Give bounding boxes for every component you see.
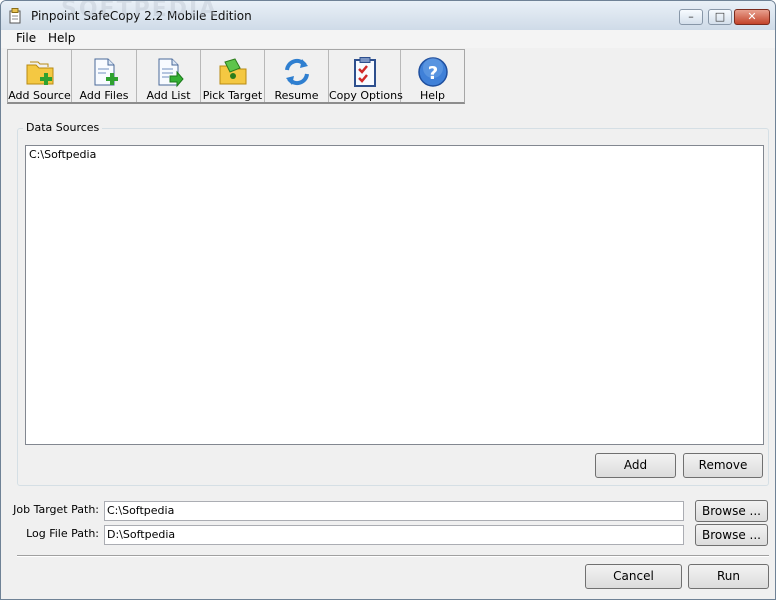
add-button[interactable]: Add <box>595 453 676 478</box>
close-button[interactable]: ✕ <box>734 9 770 25</box>
close-icon: ✕ <box>747 10 757 23</box>
add-source-icon <box>26 61 53 85</box>
log-file-browse-button[interactable]: Browse ... <box>695 524 768 546</box>
data-sources-legend: Data Sources <box>23 121 103 134</box>
add-files-icon <box>94 58 118 86</box>
add-list-button[interactable]: Add List <box>137 50 201 102</box>
menu-help[interactable]: Help <box>45 31 78 45</box>
pick-target-label: Pick Target <box>202 89 263 102</box>
data-sources-list[interactable]: C:\Softpedia <box>25 145 764 445</box>
maximize-button[interactable]: □ <box>708 9 732 25</box>
toolbar: Add Source Add Files Add List Pick Targe… <box>7 49 465 104</box>
add-source-button[interactable]: Add Source <box>8 50 72 102</box>
resume-icon <box>284 58 309 86</box>
pick-target-button[interactable]: Pick Target <box>201 50 265 102</box>
remove-button[interactable]: Remove <box>683 453 763 478</box>
copy-options-icon <box>353 57 376 87</box>
menu-file[interactable]: File <box>13 31 39 45</box>
help-label: Help <box>419 89 446 102</box>
job-target-path-input[interactable]: C:\Softpedia <box>104 501 684 521</box>
pick-target-icon <box>219 58 246 85</box>
add-list-label: Add List <box>146 89 191 102</box>
add-list-icon <box>158 58 184 88</box>
cancel-button[interactable]: Cancel <box>585 564 682 589</box>
log-file-path-label: Log File Path: <box>26 527 99 540</box>
add-source-label: Add Source <box>8 89 71 102</box>
footer-separator <box>17 555 769 557</box>
title-bar[interactable]: Pinpoint SafeCopy 2.2 Mobile Edition SOF… <box>1 1 775 31</box>
maximize-icon: □ <box>714 10 726 23</box>
resume-label: Resume <box>274 89 319 102</box>
copy-options-button[interactable]: Copy Options <box>329 50 403 102</box>
add-files-button[interactable]: Add Files <box>72 50 137 102</box>
watermark: SOFTPEDIA <box>61 0 219 22</box>
help-button[interactable]: ? Help <box>401 50 464 102</box>
minimize-icon: – <box>688 10 694 23</box>
add-files-label: Add Files <box>79 89 129 102</box>
resume-button[interactable]: Resume <box>265 50 329 102</box>
help-icon: ? <box>417 57 448 87</box>
app-icon <box>9 8 21 24</box>
menu-bar: File Help <box>1 30 775 48</box>
run-button[interactable]: Run <box>688 564 769 589</box>
list-item[interactable]: C:\Softpedia <box>29 148 96 161</box>
copy-options-label: Copy Options <box>329 89 403 102</box>
job-target-path-label: Job Target Path: <box>13 503 99 516</box>
minimize-button[interactable]: – <box>679 9 703 25</box>
log-file-path-input[interactable]: D:\Softpedia <box>104 525 684 545</box>
job-target-browse-button[interactable]: Browse ... <box>695 500 768 522</box>
svg-text:?: ? <box>427 63 437 84</box>
app-window: Pinpoint SafeCopy 2.2 Mobile Edition SOF… <box>0 0 776 600</box>
